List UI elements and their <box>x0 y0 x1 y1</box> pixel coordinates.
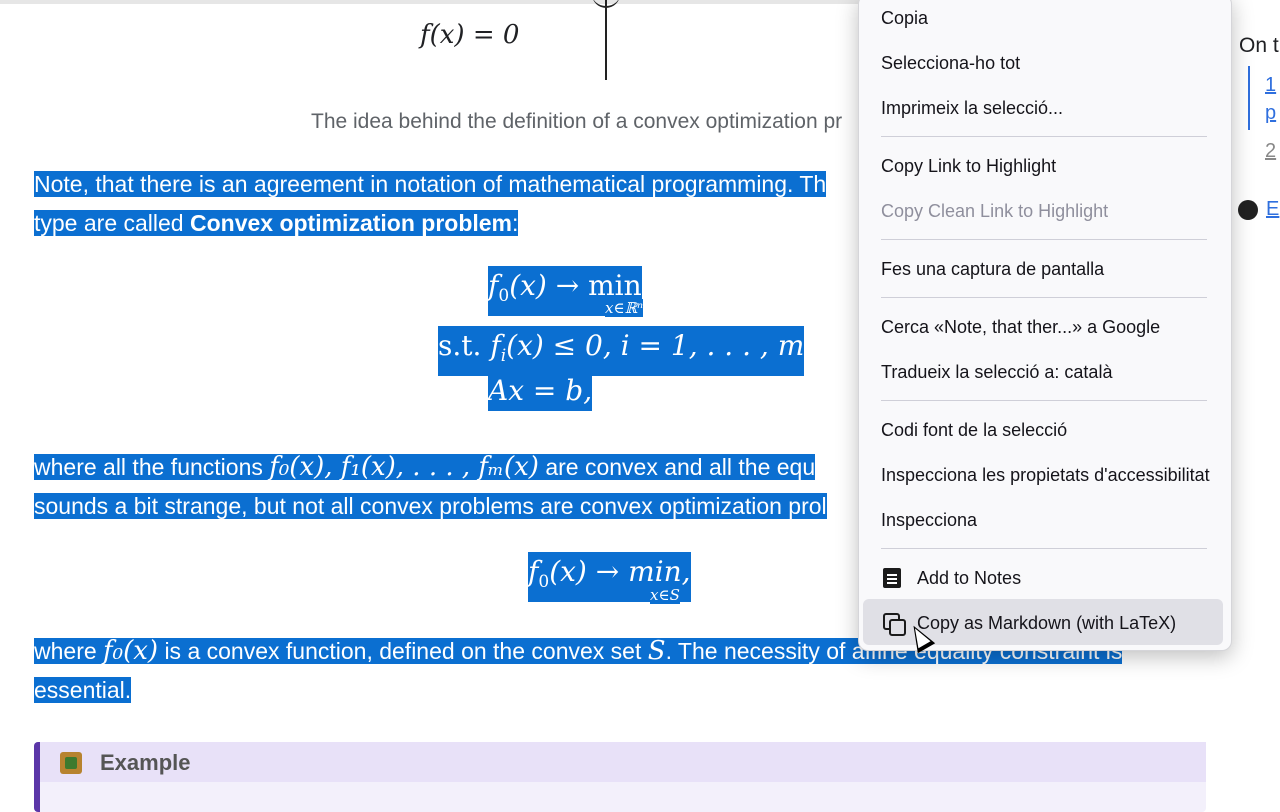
menu-separator <box>881 136 1207 137</box>
menu-item-copy-clean-link-highlight: Copy Clean Link to Highlight <box>881 201 1109 221</box>
paragraph-1-line-2-prefix: type are called <box>34 210 190 236</box>
toc-active-indicator <box>1248 66 1250 130</box>
example-icon <box>60 752 82 774</box>
copy-icon <box>883 613 906 636</box>
paragraph-2: where all the functions f₀(x), f₁(x), . … <box>34 448 827 526</box>
problem2-subscript: x∈S <box>650 586 680 604</box>
convex-set-symbol: S <box>647 636 666 666</box>
constraint-equation: s.t. fi(x) ≤ 0, i = 1, . . . , m <box>438 326 805 376</box>
github-edit-link[interactable]: E <box>1266 198 1279 221</box>
github-icon <box>1238 200 1258 220</box>
menu-item-copy-markdown[interactable]: Copy as Markdown (with LaTeX) <box>917 613 1176 634</box>
term-convex-optimization-problem: Convex optimization problem <box>189 210 513 236</box>
example-callout: Example <box>34 742 1206 812</box>
paragraph-3-function: f₀(x) <box>103 636 159 666</box>
paragraph-3-prefix: where <box>34 638 97 664</box>
example-header[interactable]: Example <box>40 742 1206 782</box>
menu-item-translate[interactable]: Tradueix la selecció a: català <box>881 362 1112 383</box>
menu-item-inspect-accessibility[interactable]: Inspecciona les propietats d'accessibili… <box>881 465 1210 486</box>
menu-separator <box>881 297 1207 298</box>
objective-sub: 0 <box>498 286 510 306</box>
paragraph-3-middle: is a convex function, defined on the con… <box>164 638 642 664</box>
figure-caption: The idea behind the definition of a conv… <box>311 110 843 133</box>
menu-item-inspect[interactable]: Inspecciona <box>881 510 977 531</box>
menu-item-screenshot[interactable]: Fes una captura de pantalla <box>881 259 1104 280</box>
menu-separator <box>881 239 1207 240</box>
objective-arg: (x) <box>509 269 547 302</box>
problem2-rest: (x) → min, <box>549 555 691 588</box>
paragraph-3-line-2: essential. <box>34 677 132 703</box>
min-subscript: x∈ℝⁿ <box>605 299 644 317</box>
paragraph-2-suffix: are convex and all the equ <box>545 454 816 480</box>
notes-icon <box>883 568 901 588</box>
constraint-rest: (x) ≤ 0, i = 1, . . . , m <box>506 329 805 362</box>
example-title: Example <box>100 750 191 775</box>
toc-title: On th <box>1239 34 1280 57</box>
menu-separator <box>881 400 1207 401</box>
affine-constraint: Ax = b, <box>488 371 593 411</box>
min-operator: min <box>588 269 642 302</box>
menu-separator <box>881 548 1207 549</box>
constraint-f: f <box>490 329 501 362</box>
paragraph-1: Note, that there is an agreement in nota… <box>34 165 827 243</box>
paragraph-2-prefix: where all the functions <box>34 454 263 480</box>
paragraph-1-line-1: Note, that there is an agreement in nota… <box>34 171 827 197</box>
menu-item-view-source[interactable]: Codi font de la selecció <box>881 420 1067 441</box>
menu-item-select-all[interactable]: Selecciona-ho tot <box>881 53 1020 74</box>
figure-equation: f(x) = 0 <box>420 20 520 50</box>
menu-item-print-selection[interactable]: Imprimeix la selecció... <box>881 98 1063 119</box>
objective-f: f <box>488 269 499 302</box>
toc-item-1[interactable]: 1 <box>1265 74 1276 97</box>
figure-line <box>605 0 607 80</box>
context-menu: Copia Selecciona-ho tot Imprimeix la sel… <box>858 0 1232 651</box>
arrow: → <box>555 269 580 302</box>
menu-item-copy[interactable]: Copia <box>881 8 928 29</box>
toc-item-1-text[interactable]: p <box>1265 102 1276 125</box>
figure-curve <box>592 0 620 8</box>
subject-to: s.t. <box>438 329 482 362</box>
problem2-f: f <box>528 555 539 588</box>
menu-item-add-to-notes[interactable]: Add to Notes <box>917 568 1021 589</box>
problem2-sub: 0 <box>538 572 550 592</box>
menu-item-copy-link-highlight[interactable]: Copy Link to Highlight <box>881 156 1056 177</box>
functions-list: f₀(x), f₁(x), . . . , fₘ(x) <box>269 452 539 482</box>
top-border <box>0 0 860 4</box>
toc-item-2[interactable]: 2 <box>1265 140 1276 163</box>
paragraph-1-line-2-suffix: : <box>512 210 519 236</box>
paragraph-2-line-2: sounds a bit strange, but not all convex… <box>34 493 827 519</box>
menu-item-search-google[interactable]: Cerca «Note, that ther...» a Google <box>881 317 1160 338</box>
